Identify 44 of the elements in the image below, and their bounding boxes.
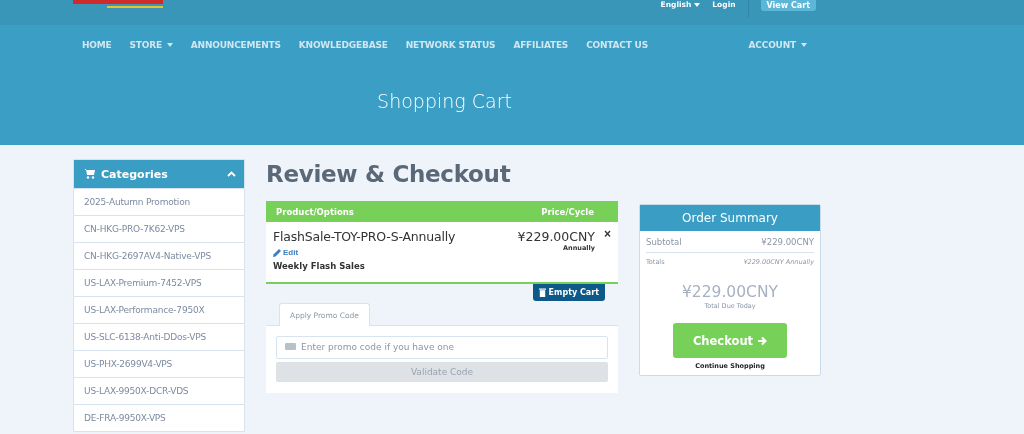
remove-button[interactable]: × bbox=[595, 229, 611, 239]
cart-icon bbox=[84, 169, 95, 179]
category-item[interactable]: CN-HKG-PRO-7K62-VPS bbox=[74, 215, 244, 242]
column-header: Product/Options bbox=[276, 206, 354, 217]
subtotal-value: ¥229.00CNY bbox=[761, 236, 814, 247]
account-menu[interactable]: ACCOUNT bbox=[739, 40, 816, 50]
product-group: Weekly Flash Sales bbox=[273, 261, 365, 271]
category-item[interactable]: 2025-Autumn Promotion bbox=[74, 188, 244, 215]
column-header: Price/Cycle bbox=[541, 206, 594, 217]
category-item[interactable]: US-LAX-Performance-7950X bbox=[74, 296, 244, 323]
pencil-icon bbox=[273, 248, 281, 257]
subtotal-label: Subtotal bbox=[646, 236, 682, 247]
promo-code-field[interactable]: Enter promo code if you have one bbox=[276, 335, 608, 359]
nav-item[interactable]: KNOWLEDGEBASE bbox=[289, 40, 397, 50]
nav-item[interactable]: CONTACT US bbox=[577, 40, 657, 50]
arrow-right-icon bbox=[757, 335, 768, 346]
ticket-icon bbox=[285, 343, 296, 350]
category-item[interactable]: US-LAX-Premium-7452-VPS bbox=[74, 269, 244, 296]
validate-code-button[interactable]: Validate Code bbox=[276, 362, 608, 382]
checkout-button[interactable]: Checkout bbox=[673, 323, 787, 358]
categories-title: Categories bbox=[101, 167, 169, 181]
empty-cart-button[interactable]: Empty Cart bbox=[532, 284, 605, 301]
category-item[interactable]: US-SLC-6138-Anti-DDos-VPS bbox=[74, 323, 244, 350]
page-title: Shopping Cart bbox=[376, 89, 513, 112]
order-summary-title: Order Summary bbox=[640, 205, 820, 231]
nav-item[interactable]: NETWORK STATUS bbox=[396, 40, 505, 50]
edit-link[interactable]: Edit bbox=[273, 248, 299, 257]
logo-drawing[interactable] bbox=[73, 0, 163, 9]
total-due-amount: ¥229.00CNY bbox=[681, 283, 779, 301]
nav-item[interactable]: STORE bbox=[120, 40, 182, 50]
nav-item[interactable]: ANNOUNCEMENTS bbox=[181, 40, 290, 50]
category-item[interactable]: US-PHX-2699V4-VPS bbox=[74, 350, 244, 377]
category-item[interactable]: DE-FRA-9950X-VPS bbox=[74, 404, 244, 431]
category-item[interactable]: CN-HKG-2697AV4-Native-VPS bbox=[74, 242, 244, 269]
caret-icon bbox=[694, 2, 701, 7]
chevron-up-icon[interactable] bbox=[227, 171, 236, 177]
view-cart-button[interactable]: View Cart bbox=[760, 0, 816, 11]
page-heading: Review & Checkout bbox=[266, 161, 512, 187]
category-item[interactable]: US-LAX-9950X-DCR-VDS bbox=[74, 377, 244, 404]
product-name: FlashSale-TOY-PRO-S-Annually bbox=[273, 229, 456, 244]
nav-item[interactable]: HOME bbox=[73, 40, 121, 50]
nav-item[interactable]: AFFILIATES bbox=[504, 40, 578, 50]
trash-icon bbox=[538, 288, 546, 297]
product-price: ¥229.00CNY bbox=[517, 229, 595, 244]
